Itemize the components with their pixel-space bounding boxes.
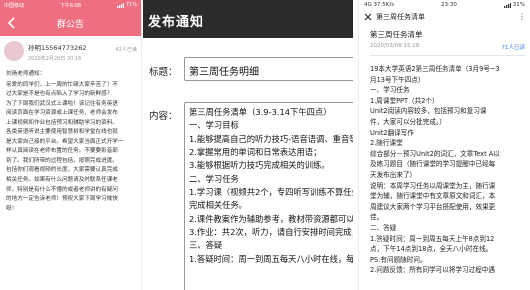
- content-line: 1.能够提高自己的听力技巧-语音语调、重音等；: [189, 133, 353, 144]
- doc-line: 19本大学英语2第三周任务清单（3月9号~3: [370, 65, 500, 73]
- body-line: 的地方一定告诉老师！预祝大家下周学习愉快: [6, 196, 118, 203]
- page-title: 群公告: [56, 19, 84, 30]
- doc-line: Unit2阅读内容较多，包括预习和复习课: [370, 107, 487, 116]
- doc-line: Unit2翻译写作: [370, 128, 414, 137]
- doc-line: 件，大家可以分批完成。）: [370, 117, 446, 126]
- back-arrow-icon[interactable]: [5, 16, 17, 30]
- doc-date: 2020/03/08 15:18: [370, 43, 420, 49]
- content-field-label: 内容：: [149, 111, 178, 122]
- body-line: 相关任务。如果有什么问题请及时联系任课老: [6, 177, 118, 184]
- content-line: 2.课件教案作为辅助参考，教材带资源都可以在资源区下载。: [189, 213, 353, 224]
- body-line: 为了下周我们武汉式上课啦！该记住有务英语: [6, 100, 118, 107]
- doc-line: 堂为辅，随行课堂中有文章原文和词汇，本: [370, 192, 496, 201]
- task-list-panel: 4G 37.5K/s 23:30 31% 第三周任务清单 ⋮ 第三周任务清单 2…: [358, 0, 530, 290]
- group-announcement-panel: 中国移动 下午6:08 71% 群公告 孙明15564773262 2020年2…: [0, 0, 142, 290]
- status-icons: 31%: [503, 2, 525, 8]
- status-bar: 中国移动 下午6:08 71%: [0, 0, 141, 10]
- content-line: 第三周任务清单（3.9-3.14下午四点）: [189, 107, 332, 117]
- read-count[interactable]: 42人已读: [116, 46, 137, 53]
- doc-title: 第三周任务清单: [370, 30, 423, 39]
- battery-label: 31%: [512, 2, 525, 8]
- body-line: 呀！: [6, 205, 18, 212]
- carrier-label: 中国移动: [4, 2, 25, 9]
- doc-line: 说明：本周学习任务以周课堂为主，随行课: [370, 181, 496, 190]
- content-textarea[interactable]: 第三周任务清单（3.9-3.14下午四点） 一、学习目标 1.能够提高自己的听力…: [184, 102, 353, 290]
- doc-line: 2.随行课堂: [370, 139, 403, 148]
- content-line: 1.答疑时间：周一到周五每天八小时在线，每周会有一次问: [189, 253, 353, 264]
- doc-line: 2.问题反馈：所有同学可以将学习过程中遇: [370, 266, 495, 275]
- battery-label: 71%: [125, 2, 137, 8]
- signal-icon: [116, 2, 124, 8]
- page-title: 发布通知: [143, 0, 353, 38]
- publish-notice-panel: 发布通知 标题： 第三周任务明细 内容： 第三周任务清单（3.9-3.14下午四…: [143, 0, 353, 290]
- readers-link[interactable]: 71人已读: [502, 43, 526, 51]
- doc-line: 1.周课堂PPT（共2个）: [370, 96, 439, 105]
- title-bar: 群公告: [0, 10, 141, 36]
- body-line: 包括你们观看视频的长度，大家需要认真完成: [6, 167, 118, 174]
- announcement-body: 刘旸老师通知： 亲爱的同学们，上一周的忙碌大家辛苦了！不 过大家是不是也有点陷入…: [0, 66, 141, 214]
- doc-meta: 2020/03/08 15:18 71人已读: [359, 40, 530, 51]
- content-line: 三、答疑: [189, 240, 223, 251]
- clock-label: 下午6:08: [59, 2, 82, 9]
- body-line: 师。特别是有什么不懂的或者老师讲的有疑问: [6, 186, 118, 193]
- body-line: 样认真阅读在老师布置的任务。不要要影音部: [6, 148, 118, 155]
- body-line: 各类英语听说主要使用智慧树和学堂在线也就: [6, 129, 118, 136]
- clock-label: 23:30: [441, 2, 457, 8]
- content-line: 一、学习目标: [189, 120, 239, 131]
- status-bar: 4G 37.5K/s 23:30 31%: [359, 0, 530, 10]
- doc-line: 周建议大家两个学习平台搭配使用，效果更: [370, 202, 496, 211]
- body-line: 刘旸老师通知：: [6, 71, 46, 77]
- doc-line: 一、学习任务: [370, 86, 410, 95]
- doc-line: PS:有问题随时问。: [370, 255, 427, 264]
- doc-line: 天发布出来了）: [370, 170, 417, 179]
- doc-line: 佳。: [370, 213, 384, 222]
- content-line: 3.作业：共2次，听力，请自行安排时间完成，注意截止日期: [189, 227, 353, 238]
- body-line: 到了。我们所带的过程包括，按照完成进度。: [6, 157, 118, 164]
- author-info: 孙明15564773262 2020年2月20日 20:16: [28, 41, 87, 62]
- content-line: 二、学习任务: [189, 173, 239, 184]
- content-line: 完成相关任务。: [189, 200, 248, 211]
- title-input[interactable]: 第三周任务明细: [184, 57, 353, 81]
- body-line: 是大家自己接的平台。希望大家当面正式开学一: [6, 138, 124, 145]
- doc-line: 月13号下午四点）: [370, 75, 425, 84]
- body-line: 阅读页面在学习资源或上课任务，老师会发布: [6, 110, 118, 117]
- nav-bar: 第三周任务清单 ⋮: [359, 10, 530, 23]
- nav-title: 第三周任务清单: [376, 12, 425, 21]
- avatar[interactable]: [4, 41, 24, 61]
- post-time: 2020年2月20日 20:16: [28, 56, 82, 62]
- author-row: 孙明15564773262 2020年2月20日 20:16 42人已读: [0, 36, 141, 66]
- body-line: 过大家是不是也有点陷入了学习的新鲜感？: [6, 91, 113, 98]
- signal-icon: [503, 2, 511, 8]
- body-line: 亲爱的同学们，上一周的忙碌大家辛苦了！不: [6, 81, 118, 88]
- close-icon[interactable]: [363, 12, 373, 22]
- doc-line: 综合部分－预习Unit2的词汇，文章Text A以: [370, 149, 500, 158]
- content-line: 1.学习课（视频共2个，专四听写训练不算任务点）-认真记: [189, 187, 353, 198]
- author-name: 孙明15564773262: [28, 44, 87, 52]
- doc-line: 及练习题目（随行课堂的学习提醒中已经每: [370, 160, 496, 169]
- content-line: 2.掌握常用的单词和日常表达用语；: [189, 147, 322, 158]
- more-icon[interactable]: ⋮: [518, 12, 526, 21]
- body-line: 上课视频和作业包括预习和辅助学习的资料。: [6, 119, 118, 126]
- doc-line: 二、答疑: [370, 223, 397, 232]
- doc-line: 1.答疑时间：周一到周五每天上午8点到12: [370, 234, 495, 243]
- doc-line: 点，下午14点到18点，全天八小时在线。: [370, 245, 493, 254]
- network-label: 4G 37.5K/s: [364, 2, 395, 8]
- content-line: 3.能够根据听力技巧完成相关的训练。: [189, 160, 330, 171]
- doc-body: 19本大学英语2第三周任务清单（3月9号~3 月13号下午四点） 一、学习任务 …: [359, 56, 530, 276]
- status-icons: 71%: [116, 2, 137, 8]
- title-field-label: 标题：: [149, 67, 178, 78]
